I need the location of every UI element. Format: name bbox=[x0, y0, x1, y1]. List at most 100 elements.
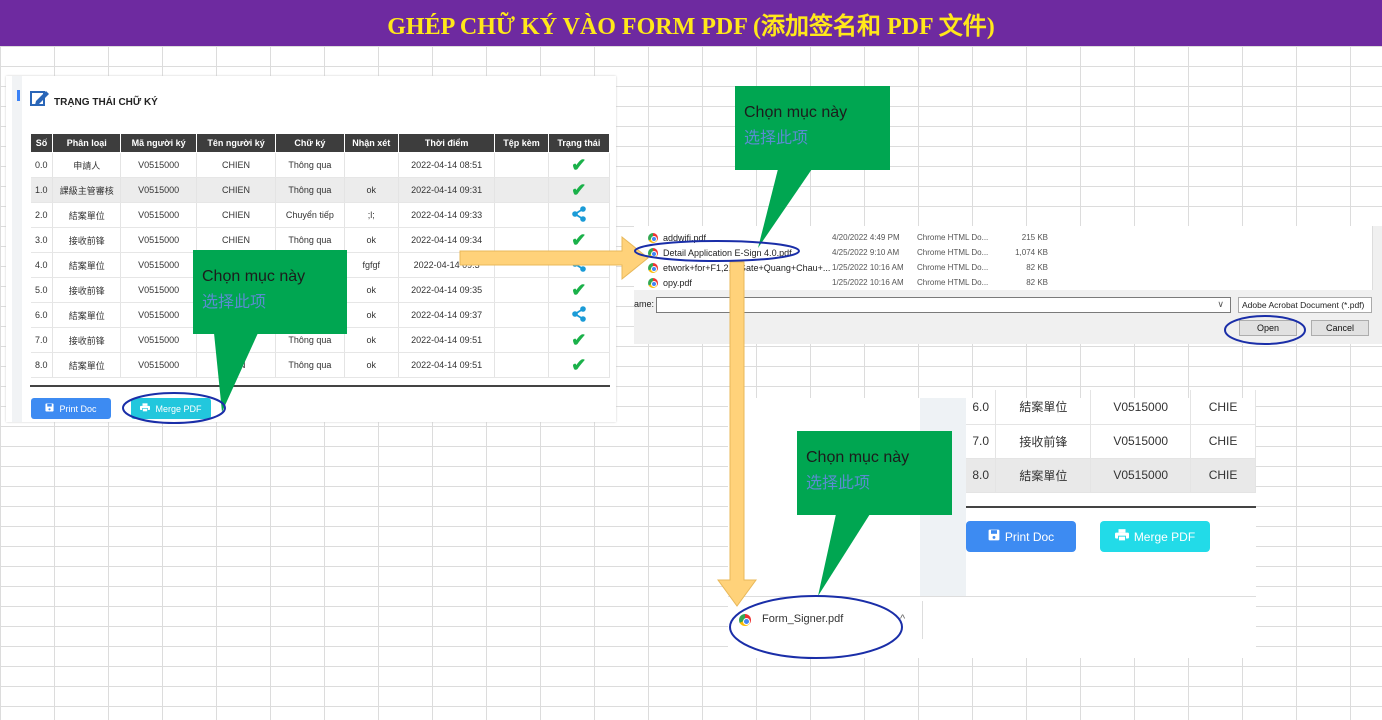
file-size: 82 KB bbox=[1026, 263, 1048, 272]
cell-type: 結案單位 bbox=[52, 302, 122, 328]
table-row[interactable]: 2.0 結案單位 V0515000 CHIEN Chuyển tiếp ;l; 2022-0… bbox=[30, 202, 611, 228]
share-icon[interactable] bbox=[571, 256, 587, 274]
cell-attachment bbox=[494, 302, 549, 328]
cell-time: 2022-04-14 09:35 bbox=[398, 277, 496, 303]
cell-code: V0515000 bbox=[120, 227, 197, 253]
column-header[interactable]: Trạng thái bbox=[547, 133, 611, 153]
callout-select-file: Chọn mục này 选择此项 bbox=[735, 86, 890, 170]
cell-name: CHIEN bbox=[196, 177, 277, 203]
cell-attachment bbox=[494, 252, 549, 278]
file-row[interactable]: etwork+for+F1,2,1-Gate+Quang+Chau+... bbox=[648, 260, 830, 275]
print-doc-button[interactable]: Print Doc bbox=[966, 521, 1076, 552]
scrollbar[interactable] bbox=[1372, 226, 1382, 290]
cell-type: 課級主管審核 bbox=[52, 177, 122, 203]
column-header[interactable]: Chữ ký bbox=[275, 133, 345, 153]
cell-status bbox=[548, 302, 611, 328]
share-icon[interactable] bbox=[571, 306, 587, 324]
file-name-input[interactable]: ∨ bbox=[656, 297, 1231, 313]
title-banner: GHÉP CHỮ KÝ VÀO FORM PDF (添加签名和 PDF 文件) bbox=[0, 0, 1382, 46]
cell-type: 結案單位 bbox=[995, 458, 1092, 493]
file-name: opy.pdf bbox=[663, 277, 692, 288]
cell-code: V0515000 bbox=[120, 352, 197, 378]
cell-sign: Thông qua bbox=[275, 227, 345, 253]
cell-code: V0515000 bbox=[120, 302, 197, 328]
table-row[interactable]: 6.0 結案單位 V0515000 CHIE bbox=[966, 390, 1256, 425]
table-row[interactable]: 7.0 接收前锋 V0515000 CHIE bbox=[966, 424, 1256, 459]
cell-type: 結案單位 bbox=[52, 352, 122, 378]
cell-name: NEN bbox=[196, 352, 277, 378]
print-doc-button[interactable]: Print Doc bbox=[31, 398, 111, 419]
cell-code: V0515000 bbox=[120, 277, 197, 303]
save-icon bbox=[45, 403, 55, 414]
callout-text-zh: 选择此项 bbox=[806, 475, 871, 492]
cell-status: ✔ bbox=[548, 152, 611, 178]
check-icon: ✔ bbox=[571, 280, 587, 300]
column-header[interactable]: Nhận xét bbox=[343, 133, 399, 153]
check-icon: ✔ bbox=[571, 330, 587, 350]
cell-code: V0515000 bbox=[1090, 390, 1192, 425]
file-type-select[interactable]: Adobe Acrobat Document (*.pdf) bbox=[1238, 297, 1372, 313]
cell-time: 2022-04-14 09:51 bbox=[398, 327, 496, 353]
column-header[interactable]: Phân loại bbox=[52, 133, 122, 153]
cell-no: 3.0 bbox=[30, 227, 54, 253]
cell-code: V0515000 bbox=[120, 177, 197, 203]
cell-no: 1.0 bbox=[30, 177, 54, 203]
cell-time: 2022-04-14 09:34 bbox=[398, 227, 496, 253]
file-date: 1/25/2022 10:16 AM bbox=[832, 263, 904, 272]
cell-time: 2022-04-14 09:3 bbox=[398, 252, 496, 278]
callout-text-vi: Chọn mục này bbox=[202, 268, 306, 285]
cancel-button[interactable]: Cancel bbox=[1311, 320, 1369, 336]
file-row[interactable]: Detail Application E-Sign 4.0.pdf bbox=[648, 245, 792, 260]
divider bbox=[966, 506, 1256, 508]
file-row[interactable]: addwifi.pdf bbox=[648, 230, 706, 245]
table-row[interactable]: 0.0 申請人 V0515000 CHIEN Thông qua 2022-04-14 0… bbox=[30, 152, 611, 178]
table-row[interactable]: 8.0 結案單位 V0515000 NEN Thông qua ok 2022-04-14 … bbox=[30, 352, 611, 378]
chrome-icon bbox=[739, 614, 751, 626]
table-row[interactable]: 8.0 結案單位 V0515000 CHIE bbox=[966, 458, 1256, 493]
cell-time: 2022-04-14 09:37 bbox=[398, 302, 496, 328]
file-date: 1/25/2022 10:16 AM bbox=[832, 278, 904, 287]
callout-text-zh: 选择此项 bbox=[744, 130, 809, 147]
cell-status bbox=[548, 202, 611, 228]
cell-type: 接收前锋 bbox=[52, 277, 122, 303]
signature-status-panel: TRẠNG THÁI CHỮ KÝ Số Phân loại Mã người ký… bbox=[6, 76, 616, 422]
column-header[interactable]: Số bbox=[29, 133, 54, 153]
cell-type: 接收前锋 bbox=[52, 227, 122, 253]
share-icon[interactable] bbox=[571, 206, 587, 224]
cell-code: V0515000 bbox=[120, 252, 197, 278]
file-date: 4/25/2022 9:10 AM bbox=[832, 248, 900, 257]
chevron-down-icon[interactable]: ∨ bbox=[1217, 299, 1224, 310]
table-row[interactable]: 1.0 課級主管審核 V0515000 CHIEN Thông qua ok 2022-04… bbox=[30, 177, 611, 203]
file-name: etwork+for+F1,2,1-Gate+Quang+Chau+... bbox=[663, 262, 831, 273]
divider bbox=[922, 601, 923, 639]
section-marker bbox=[17, 90, 20, 101]
file-date: 4/20/2022 4:49 PM bbox=[832, 233, 900, 242]
cell-code: V0515000 bbox=[120, 152, 197, 178]
print-doc-label: Print Doc bbox=[1004, 529, 1055, 544]
cell-note: ok bbox=[344, 352, 399, 378]
file-type: Chrome HTML Do... bbox=[917, 233, 989, 242]
merge-pdf-button[interactable]: Merge PDF bbox=[1100, 521, 1210, 552]
cell-sign: Thông qua bbox=[275, 352, 345, 378]
cell-name: CHIEN bbox=[196, 202, 277, 228]
cell-type: 結案單位 bbox=[995, 390, 1092, 425]
cell-note: ok bbox=[344, 177, 399, 203]
file-size: 82 KB bbox=[1026, 278, 1048, 287]
open-button[interactable]: Open bbox=[1239, 320, 1297, 336]
column-header[interactable]: Tên người ký bbox=[195, 133, 277, 153]
downloaded-file[interactable]: Form_Signer.pdf bbox=[762, 613, 843, 625]
chevron-up-icon[interactable]: ^ bbox=[900, 613, 905, 625]
merge-pdf-button[interactable]: Merge PDF bbox=[131, 398, 211, 419]
column-header[interactable]: Thời điểm bbox=[397, 133, 496, 153]
save-icon bbox=[988, 529, 1000, 544]
cell-attachment bbox=[494, 277, 549, 303]
column-header[interactable]: Tệp kèm bbox=[494, 133, 549, 153]
column-header[interactable]: Mã người ký bbox=[120, 133, 197, 153]
cell-attachment bbox=[494, 227, 549, 253]
sidebar-strip bbox=[12, 76, 22, 422]
table-row[interactable]: 3.0 接收前锋 V0515000 CHIEN Thông qua ok 2022-04-1… bbox=[30, 227, 611, 253]
cell-note bbox=[344, 152, 399, 178]
cell-note: ok bbox=[344, 302, 399, 328]
callout-download: Chọn mục này 选择此项 bbox=[797, 431, 952, 515]
file-row[interactable]: opy.pdf bbox=[648, 275, 692, 290]
